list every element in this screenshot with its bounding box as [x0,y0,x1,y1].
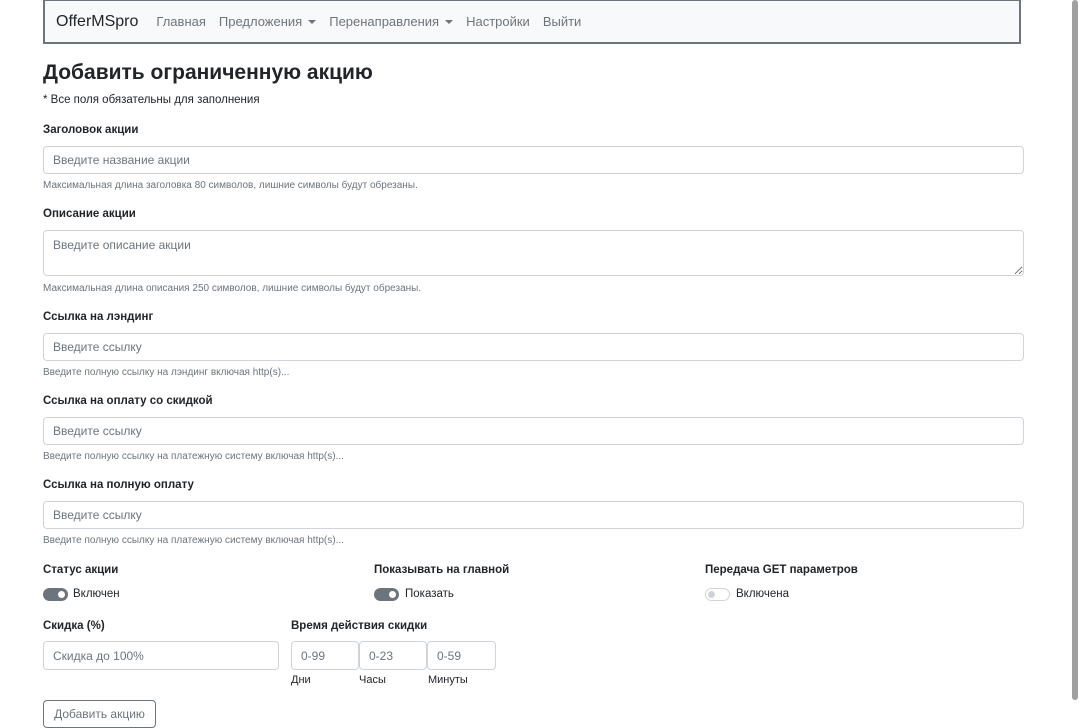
nav-redirects-label: Перенаправления [329,14,440,29]
brand-link[interactable]: OfferMSpro [56,13,138,31]
title-label: Заголовок акции [43,124,139,136]
landing-url-input[interactable] [43,333,1024,361]
add-promo-button[interactable]: Добавить акцию [43,700,156,728]
full-pay-url-input[interactable] [43,501,1024,529]
landing-help: Введите полную ссылку на лэндинг включая… [43,367,290,378]
switch-knob [708,591,715,598]
get-params-label: Передача GET параметров [705,564,858,576]
minutes-caption: Минуты [428,674,468,686]
show-main-label: Показывать на главной [374,564,510,576]
minutes-input[interactable] [427,641,496,670]
full-pay-help: Введите полную ссылку на платежную систе… [43,535,344,546]
nav-offers-dropdown[interactable]: Предложения [218,14,317,29]
discount-pay-help: Введите полную ссылку на платежную систе… [43,451,344,462]
discount-pay-label: Ссылка на оплату со скидкой [43,395,213,407]
discount-label: Скидка (%) [43,620,105,632]
required-note: * Все поля обязательны для заполнения [43,94,260,106]
nav-home[interactable]: Главная [156,14,205,29]
switch-knob [389,591,396,598]
get-params-switch-label: Включена [736,588,790,600]
show-main-switch[interactable] [374,588,399,601]
status-label: Статус акции [43,564,119,576]
chevron-down-icon [308,19,317,24]
status-switch[interactable] [43,588,68,601]
show-main-switch-label: Показать [405,588,454,600]
nav-settings[interactable]: Настройки [466,14,530,29]
discount-input[interactable] [43,641,279,670]
hours-caption: Часы [359,674,386,686]
title-help: Максимальная длина заголовка 80 символов… [43,180,418,191]
description-textarea[interactable] [43,230,1024,276]
chevron-down-icon [445,19,454,24]
navbar: OfferMSpro Главная Предложения Перенапра… [43,0,1021,44]
days-caption: Дни [291,674,311,686]
title-input[interactable] [43,146,1024,174]
full-pay-label: Ссылка на полную оплату [43,479,194,491]
get-params-switch[interactable] [705,588,730,601]
page-title: Добавить ограниченную акцию [43,61,373,84]
duration-label: Время действия скидки [291,620,428,632]
nav-redirects-dropdown[interactable]: Перенаправления [329,14,454,29]
nav-offers-label: Предложения [218,14,303,29]
page-scrollbar[interactable] [1072,0,1078,700]
nav-logout[interactable]: Выйти [543,14,582,29]
days-input[interactable] [291,641,359,670]
status-switch-label: Включен [73,588,120,600]
description-help: Максимальная длина описания 250 символов… [43,283,422,294]
landing-label: Ссылка на лэндинг [43,311,154,323]
switch-knob [58,591,65,598]
hours-input[interactable] [359,641,427,670]
discount-pay-url-input[interactable] [43,417,1024,445]
description-label: Описание акции [43,208,136,220]
